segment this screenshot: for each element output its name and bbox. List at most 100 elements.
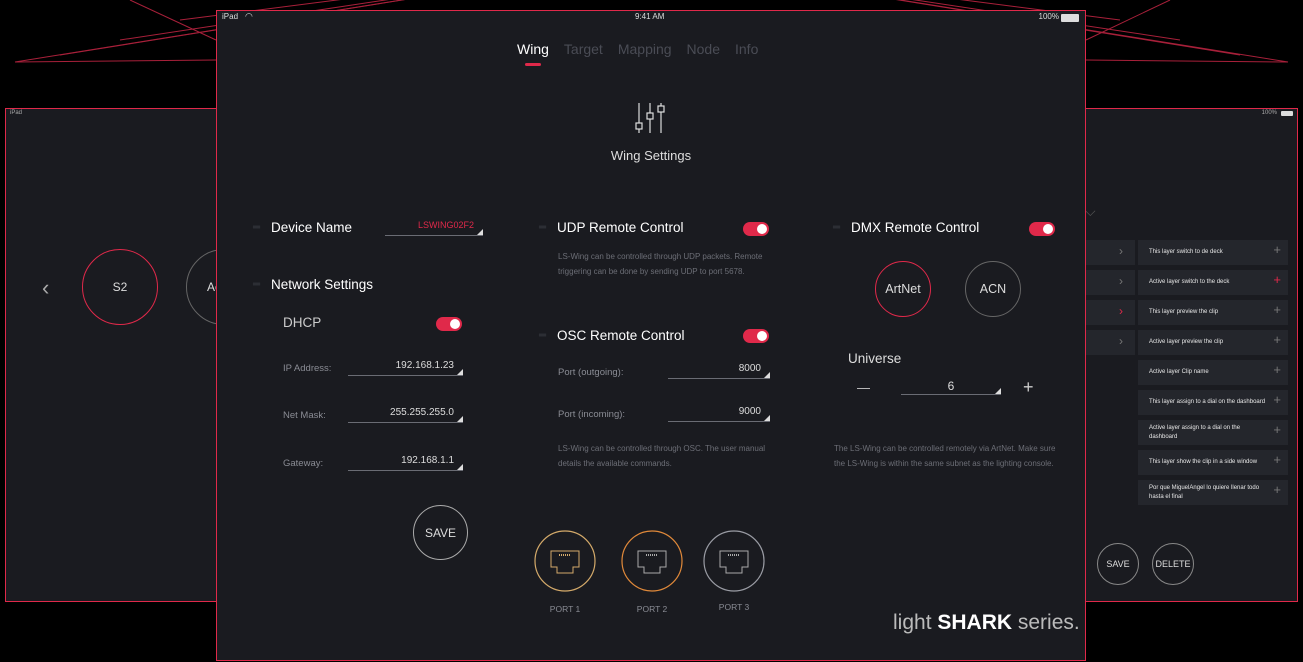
action-item[interactable]: Active layer preview the clip + <box>1138 330 1288 355</box>
tab-node[interactable]: Node <box>687 41 720 57</box>
action-label: Active layer preview the clip <box>1149 339 1224 345</box>
brand-series: series. <box>1012 611 1080 634</box>
device-name-label: Device Name <box>271 220 353 235</box>
action-item[interactable]: This layer assign to a dial on the dashb… <box>1138 390 1288 415</box>
artnet-label: ArtNet <box>885 282 921 296</box>
plus-icon[interactable]: + <box>1273 243 1281 256</box>
action-item[interactable]: This layer preview the clip + <box>1138 300 1288 325</box>
left-status-device: iPad <box>10 110 23 116</box>
delete-label: DELETE <box>1155 559 1191 569</box>
gateway-value: 192.168.1.1 <box>401 455 454 466</box>
device-name-value: LSWING02F2 <box>417 220 474 230</box>
layer-row[interactable]: › <box>1079 240 1135 265</box>
action-label: This layer preview the clip <box>1149 309 1219 315</box>
action-item[interactable]: Por que MiguelAngel lo quiere llenar tod… <box>1138 480 1288 505</box>
port-1-label: PORT 1 <box>549 604 581 614</box>
plus-icon[interactable]: + <box>1273 273 1281 286</box>
action-item[interactable]: This layer switch to de deck + <box>1138 240 1288 265</box>
plus-icon[interactable]: + <box>1273 453 1281 466</box>
scene-s2-button[interactable]: S2 <box>82 249 158 325</box>
drag-handle-icon[interactable]: ═ <box>833 222 840 233</box>
layer-row[interactable]: › <box>1079 300 1135 325</box>
gateway-field[interactable]: 192.168.1.1 <box>348 455 463 471</box>
tab-target[interactable]: Target <box>564 41 603 57</box>
network-settings-heading: Network Settings <box>271 277 374 292</box>
chevron-left-icon[interactable]: ‹ <box>42 275 49 301</box>
action-item[interactable]: Active layer assign to a dial on the das… <box>1138 420 1288 445</box>
action-label: This layer switch to de deck <box>1149 249 1223 255</box>
plus-icon[interactable]: + <box>1273 363 1281 376</box>
acn-button[interactable]: ACN <box>965 261 1021 317</box>
chevron-right-icon: › <box>1119 334 1123 348</box>
dmx-heading: DMX Remote Control <box>851 220 980 235</box>
universe-increment-button[interactable]: + <box>1023 377 1034 398</box>
brand-logo: light SHARK series. <box>893 611 1080 635</box>
chevron-right-icon: › <box>1119 274 1123 288</box>
layer-row[interactable]: › <box>1079 270 1135 295</box>
tab-wing[interactable]: Wing <box>517 41 549 66</box>
network-save-button[interactable]: SAVE <box>413 505 468 560</box>
universe-value: 6 <box>947 379 955 393</box>
action-item[interactable]: Active layer Clip name + <box>1138 360 1288 385</box>
status-device: iPad <box>222 12 239 21</box>
right-status-battery: 100% <box>1261 110 1277 116</box>
layer-row[interactable]: › <box>1079 330 1135 355</box>
ip-address-value: 192.168.1.23 <box>395 360 454 371</box>
acn-label: ACN <box>979 282 1007 296</box>
action-item[interactable]: Active layer switch to the deck + <box>1138 270 1288 295</box>
osc-description: LS-Wing can be controlled through OSC. T… <box>558 444 766 468</box>
osc-in-label: Port (incoming): <box>558 409 626 420</box>
udp-description: LS-Wing can be controlled through UDP pa… <box>558 252 763 276</box>
tab-mapping[interactable]: Mapping <box>618 41 672 57</box>
plus-icon[interactable]: + <box>1273 333 1281 346</box>
drag-handle-icon[interactable]: ═ <box>539 222 546 233</box>
brand-light: light <box>893 611 938 634</box>
drag-handle-icon[interactable]: ═ <box>539 330 546 341</box>
plus-icon[interactable]: + <box>1273 423 1281 436</box>
artnet-button[interactable]: ArtNet <box>875 261 931 317</box>
plus-icon[interactable]: + <box>1273 303 1281 316</box>
scene-s2-label: S2 <box>112 280 128 294</box>
right-save-button[interactable]: SAVE <box>1097 543 1139 585</box>
dhcp-toggle[interactable] <box>436 317 462 331</box>
plus-icon[interactable]: + <box>1273 483 1281 496</box>
device-name-field[interactable]: LSWING02F2 <box>385 220 483 236</box>
action-label: Active layer Clip name <box>1149 369 1209 375</box>
osc-out-label: Port (outgoing): <box>558 367 624 378</box>
udp-toggle[interactable] <box>743 222 769 236</box>
dmx-toggle[interactable] <box>1029 222 1055 236</box>
port-2-label: PORT 2 <box>636 604 668 614</box>
ethernet-port-2-icon[interactable] <box>620 529 684 593</box>
drag-handle-icon[interactable]: ═ <box>253 279 260 290</box>
port-3-label: PORT 3 <box>718 602 750 612</box>
ethernet-port-1-icon[interactable] <box>533 529 597 593</box>
osc-toggle[interactable] <box>743 329 769 343</box>
brand-shark: SHARK <box>937 611 1013 634</box>
action-item[interactable]: This layer show the clip in a side windo… <box>1138 450 1288 475</box>
universe-field[interactable]: 6 <box>901 379 1001 395</box>
ip-address-label: IP Address: <box>283 363 332 374</box>
tab-info[interactable]: Info <box>735 41 758 57</box>
universe-decrement-button[interactable]: — <box>857 380 870 395</box>
plus-icon[interactable]: + <box>1273 393 1281 406</box>
network-save-label: SAVE <box>424 525 457 540</box>
status-battery: 100% <box>1038 12 1059 21</box>
osc-out-field[interactable]: 8000 <box>668 363 770 379</box>
drag-handle-icon[interactable]: ═ <box>253 222 260 233</box>
action-label: This layer assign to a dial on the dashb… <box>1149 399 1266 405</box>
page-title: Wing Settings <box>610 148 692 163</box>
action-label: Por que MiguelAngel lo quiere llenar tod… <box>1149 484 1260 500</box>
udp-heading: UDP Remote Control <box>557 220 684 235</box>
status-bar: iPad ◠ 9:41 AM 100% <box>217 11 1085 24</box>
chevron-down-icon[interactable]: ⌵ <box>1085 203 1096 220</box>
osc-in-value: 9000 <box>738 406 761 417</box>
net-mask-field[interactable]: 255.255.255.0 <box>348 407 463 423</box>
osc-in-field[interactable]: 9000 <box>668 406 770 422</box>
delete-button[interactable]: DELETE <box>1152 543 1194 585</box>
ip-address-field[interactable]: 192.168.1.23 <box>348 360 463 376</box>
tab-bar: Wing Target Mapping Node Info <box>517 41 773 66</box>
ethernet-port-3-icon[interactable] <box>702 529 766 593</box>
action-label: Active layer switch to the deck <box>1149 279 1230 285</box>
main-ipad-screen: iPad ◠ 9:41 AM 100% Wing Target Mapping … <box>216 10 1086 661</box>
battery-icon <box>1281 111 1293 116</box>
